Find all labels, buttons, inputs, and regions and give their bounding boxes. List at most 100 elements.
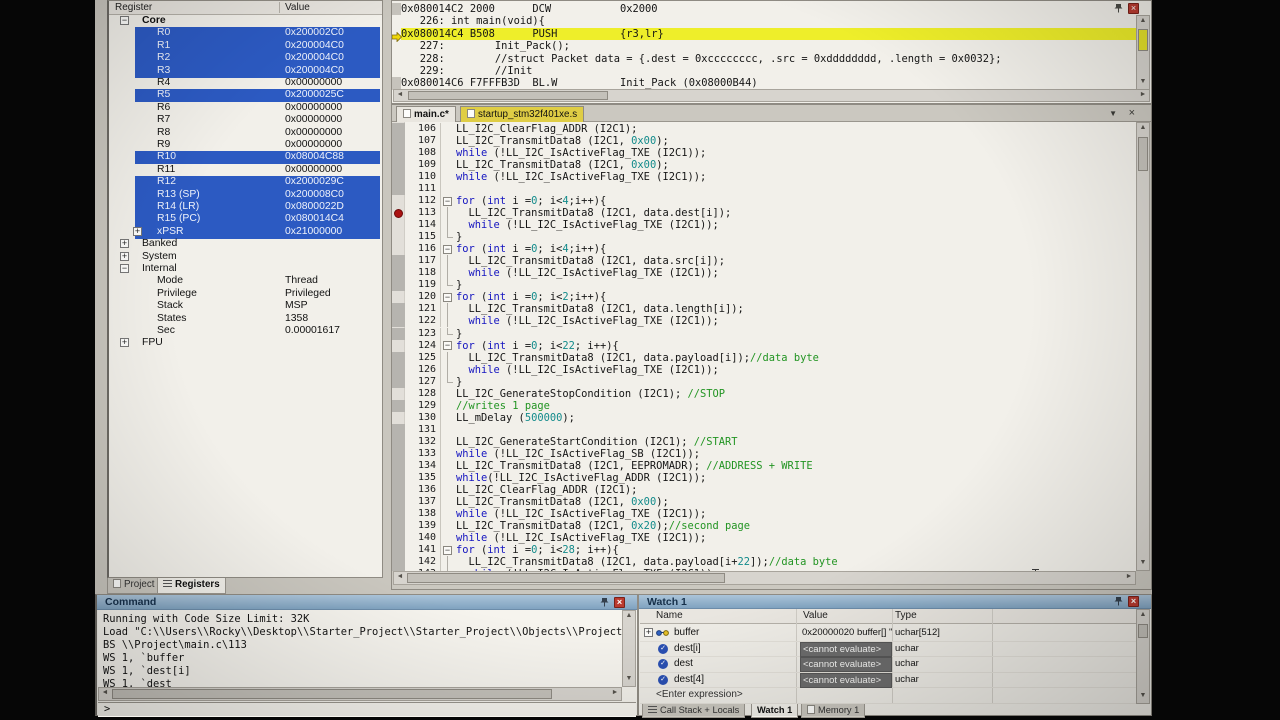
- scroll-right-icon[interactable]: ►: [609, 688, 621, 700]
- code-line[interactable]: 123}: [392, 328, 1138, 340]
- tab-list-dropdown-icon[interactable]: ▼: [1109, 109, 1117, 118]
- scroll-up-icon[interactable]: ▲: [1137, 16, 1149, 28]
- expander-icon[interactable]: +: [120, 252, 129, 261]
- code-line[interactable]: 114 while (!LL_I2C_IsActiveFlag_TXE (I2C…: [392, 219, 1138, 231]
- expander-icon[interactable]: +: [644, 628, 653, 637]
- code-line[interactable]: 112−for (int i =0; i<4;i++){: [392, 195, 1138, 207]
- tree-group-fpu[interactable]: +FPU: [109, 337, 382, 350]
- scroll-down-icon[interactable]: ▼: [1137, 77, 1149, 89]
- register-row[interactable]: R30x200004C0: [109, 65, 382, 78]
- code-line[interactable]: 137LL_I2C_TransmitData8 (I2C1, 0x00);: [392, 496, 1138, 508]
- code-line[interactable]: 113 LL_I2C_TransmitData8 (I2C1, data.des…: [392, 207, 1138, 219]
- disassembly-line[interactable]: 229: //Init: [401, 65, 1136, 77]
- register-row[interactable]: R90x00000000: [109, 139, 382, 152]
- tree-group-core[interactable]: −Core: [109, 15, 382, 28]
- scroll-up-icon[interactable]: ▲: [1137, 610, 1149, 622]
- watch-row[interactable]: ✓dest<cannot evaluate>uchar: [640, 657, 1136, 673]
- disassembly-vscrollbar[interactable]: ▲ ▼: [1136, 15, 1150, 90]
- register-row[interactable]: R50x2000025C: [109, 89, 382, 102]
- code-line[interactable]: 117 LL_I2C_TransmitData8 (I2C1, data.src…: [392, 255, 1138, 267]
- close-document-icon[interactable]: ×: [1129, 107, 1135, 119]
- code-line[interactable]: 138while (!LL_I2C_IsActiveFlag_TXE (I2C1…: [392, 508, 1138, 520]
- scroll-right-icon[interactable]: ►: [1123, 572, 1135, 584]
- code-line[interactable]: 135while(!LL_I2C_IsActiveFlag_ADDR (I2C1…: [392, 472, 1138, 484]
- fold-collapse-icon[interactable]: −: [443, 341, 452, 350]
- command-hscrollbar[interactable]: ◄ ►: [98, 687, 622, 701]
- register-row[interactable]: R00x200002C0: [109, 27, 382, 40]
- register-row[interactable]: R70x00000000: [109, 114, 382, 127]
- code-line[interactable]: 126 while (!LL_I2C_IsActiveFlag_TXE (I2C…: [392, 364, 1138, 376]
- register-row[interactable]: R120x2000029C: [109, 176, 382, 189]
- code-line[interactable]: 122 while (!LL_I2C_IsActiveFlag_TXE (I2C…: [392, 315, 1138, 327]
- code-line[interactable]: 133while (!LL_I2C_IsActiveFlag_SB (I2C1)…: [392, 448, 1138, 460]
- close-icon[interactable]: ×: [1128, 3, 1139, 14]
- scroll-down-icon[interactable]: ▼: [1137, 558, 1149, 570]
- tab-project[interactable]: Project: [107, 578, 161, 594]
- register-row[interactable]: R110x00000000: [109, 164, 382, 177]
- watch-row[interactable]: ✓dest[i]<cannot evaluate>uchar: [640, 642, 1136, 658]
- scroll-down-icon[interactable]: ▼: [1137, 691, 1149, 703]
- pin-icon[interactable]: [1113, 3, 1123, 14]
- internal-row[interactable]: States1358: [109, 313, 382, 326]
- expander-icon[interactable]: −: [120, 16, 129, 25]
- scroll-thumb[interactable]: [407, 573, 725, 583]
- disassembly-line[interactable]: 0x080014C4 B508 PUSH {r3,lr}: [401, 28, 1136, 40]
- close-icon[interactable]: ×: [1128, 596, 1139, 607]
- disassembly-line[interactable]: 0x080014C6 F7FFFB3D BL.W Init_Pack (0x08…: [401, 77, 1136, 89]
- code-line[interactable]: 141−for (int i =0; i<28; i++){: [392, 544, 1138, 556]
- tab-watch1[interactable]: Watch 1: [751, 704, 798, 718]
- code-line[interactable]: 116−for (int i =0; i<4;i++){: [392, 243, 1138, 255]
- watch-value[interactable]: 0x20000020 buffer[] "": [800, 626, 892, 641]
- code-line[interactable]: 134LL_I2C_TransmitData8 (I2C1, EEPROMADR…: [392, 460, 1138, 472]
- register-row[interactable]: R10x200004C0: [109, 40, 382, 53]
- disassembly-line[interactable]: 227: Init_Pack();: [401, 40, 1136, 52]
- expander-icon[interactable]: +: [120, 239, 129, 248]
- internal-row[interactable]: Sec0.00001617: [109, 325, 382, 338]
- scroll-left-icon[interactable]: ◄: [394, 90, 406, 102]
- code-line[interactable]: 110while (!LL_I2C_IsActiveFlag_TXE (I2C1…: [392, 171, 1138, 183]
- tab-startup-s[interactable]: startup_stm32f401xe.s: [460, 106, 584, 122]
- scroll-thumb[interactable]: [1138, 137, 1148, 171]
- fold-collapse-icon[interactable]: −: [443, 293, 452, 302]
- code-line[interactable]: 124−for (int i =0; i<22; i++){: [392, 340, 1138, 352]
- tree-group-internal[interactable]: −Internal: [109, 263, 382, 276]
- disassembly-line[interactable]: 226: int main(void){: [401, 15, 1136, 27]
- scroll-thumb[interactable]: [112, 689, 552, 699]
- code-line[interactable]: 142 LL_I2C_TransmitData8 (I2C1, data.pay…: [392, 556, 1138, 568]
- editor-vscrollbar[interactable]: ▲ ▼: [1136, 122, 1150, 571]
- tab-memory1[interactable]: Memory 1: [801, 704, 865, 718]
- code-line[interactable]: 129//writes 1 page: [392, 400, 1138, 412]
- code-line[interactable]: 109LL_I2C_TransmitData8 (I2C1, 0x00);: [392, 159, 1138, 171]
- watch-value[interactable]: <cannot evaluate>: [800, 642, 892, 657]
- watch-value[interactable]: [800, 688, 892, 703]
- code-editor[interactable]: 106LL_I2C_ClearFlag_ADDR (I2C1);107LL_I2…: [392, 122, 1138, 571]
- expander-icon[interactable]: +: [133, 227, 142, 236]
- code-line[interactable]: 127}: [392, 376, 1138, 388]
- scroll-thumb[interactable]: [1138, 29, 1148, 51]
- scroll-right-icon[interactable]: ►: [1137, 90, 1149, 102]
- internal-row[interactable]: StackMSP: [109, 300, 382, 313]
- code-line[interactable]: 119}: [392, 279, 1138, 291]
- scroll-left-icon[interactable]: ◄: [99, 688, 111, 700]
- code-line[interactable]: 132LL_I2C_GenerateStartCondition (I2C1);…: [392, 436, 1138, 448]
- code-line[interactable]: 125 LL_I2C_TransmitData8 (I2C1, data.pay…: [392, 352, 1138, 364]
- expander-icon[interactable]: +: [120, 338, 129, 347]
- scroll-up-icon[interactable]: ▲: [1137, 123, 1149, 135]
- breakpoint-icon[interactable]: [394, 209, 403, 218]
- expander-icon[interactable]: −: [120, 264, 129, 273]
- disassembly-line[interactable]: 228: //struct Packet data = {.dest = 0xc…: [401, 53, 1136, 65]
- disassembly-hscrollbar[interactable]: ◄ ►: [393, 89, 1150, 102]
- code-line[interactable]: 115}: [392, 231, 1138, 243]
- code-line[interactable]: 130LL_mDelay (500000);: [392, 412, 1138, 424]
- tab-call-stack[interactable]: Call Stack + Locals: [642, 704, 745, 718]
- register-row[interactable]: R60x00000000: [109, 102, 382, 115]
- register-row[interactable]: R80x00000000: [109, 127, 382, 140]
- watch-row[interactable]: +buffer0x20000020 buffer[] ""uchar[512]: [640, 626, 1136, 642]
- code-line[interactable]: 108while (!LL_I2C_IsActiveFlag_TXE (I2C1…: [392, 147, 1138, 159]
- scroll-down-icon[interactable]: ▼: [623, 674, 635, 686]
- watch-row[interactable]: <Enter expression>: [640, 688, 1136, 704]
- watch-vscrollbar[interactable]: ▲ ▼: [1136, 609, 1150, 704]
- internal-row[interactable]: PrivilegePrivileged: [109, 288, 382, 301]
- code-line[interactable]: 131: [392, 424, 1138, 436]
- register-row[interactable]: +xPSR0x21000000: [109, 226, 382, 239]
